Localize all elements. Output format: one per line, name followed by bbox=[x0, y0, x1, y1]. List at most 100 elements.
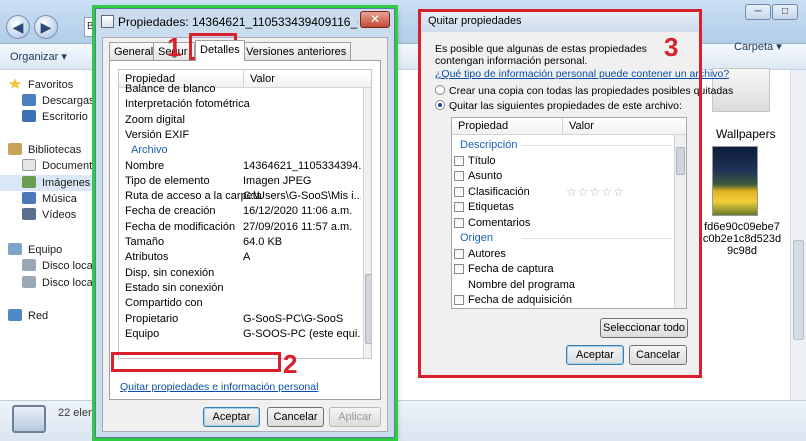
folder-label[interactable]: Wallpapers bbox=[716, 127, 776, 141]
property-name: Nombre bbox=[125, 159, 165, 172]
list-scrollbar[interactable] bbox=[363, 88, 371, 358]
property-row[interactable]: Tamaño 64.0 KB bbox=[119, 235, 363, 250]
close-icon: ✕ bbox=[369, 12, 381, 26]
tab-general[interactable]: General bbox=[109, 42, 159, 60]
arrange-by-dropdown[interactable]: Carpeta ▾ bbox=[734, 40, 782, 53]
documents-icon bbox=[22, 159, 36, 171]
property-value: G-SOOS-PC (este equi... bbox=[243, 327, 361, 340]
minimize-button[interactable]: ─ bbox=[745, 4, 771, 20]
property-name: Interpretación fotométrica bbox=[125, 98, 250, 111]
nav-musica[interactable]: Música bbox=[22, 191, 77, 207]
property-name: Zoom digital bbox=[125, 113, 185, 126]
property-value: A bbox=[243, 251, 251, 264]
highlight-remove-dialog bbox=[418, 9, 702, 378]
property-value: C:\Users\G-SooS\Mis i... bbox=[243, 190, 361, 203]
item-count: 22 elem bbox=[58, 407, 98, 419]
property-row[interactable]: Nombre 14364621_1105334394... bbox=[119, 159, 363, 174]
scroll-thumb[interactable] bbox=[793, 240, 804, 340]
sunflower-thumbnail[interactable] bbox=[712, 146, 758, 216]
remove-properties-link[interactable]: Quitar propiedades e información persona… bbox=[120, 381, 318, 393]
property-row[interactable]: Compartido con bbox=[119, 296, 363, 311]
drive-icon bbox=[22, 259, 36, 271]
nav-videos[interactable]: Vídeos bbox=[22, 207, 76, 223]
property-row[interactable]: Fecha de creación 16/12/2020 11:06 a.m. bbox=[119, 204, 363, 219]
nav-bibliotecas[interactable]: Bibliotecas bbox=[8, 142, 81, 158]
nav-label: Red bbox=[28, 310, 49, 322]
star-icon bbox=[8, 78, 22, 89]
nav-label: Descargas bbox=[42, 95, 95, 107]
pictures-icon bbox=[22, 176, 36, 188]
organize-menu[interactable]: Organizar ▾ bbox=[10, 50, 67, 63]
dialog-title: Propiedades: 14364621_110533439409116_69… bbox=[118, 15, 358, 29]
properties-list[interactable]: Propiedad Valor Balance de blanco Interpr… bbox=[118, 69, 372, 359]
property-row[interactable]: Balance de blanco bbox=[119, 82, 363, 97]
cancel-button[interactable]: Cancelar bbox=[267, 407, 324, 427]
back-arrow-icon: ◀ bbox=[12, 19, 24, 35]
property-name: Archivo bbox=[131, 144, 168, 157]
ok-button[interactable]: Aceptar bbox=[203, 407, 260, 427]
property-name: Equipo bbox=[125, 327, 160, 340]
file-name-label[interactable]: fd6e90c09ebe7c0b2e1c8d523d9c98d bbox=[702, 221, 782, 257]
property-value: 64.0 KB bbox=[243, 236, 283, 248]
scroll-thumb[interactable] bbox=[365, 274, 371, 344]
maximize-icon: □ bbox=[781, 6, 789, 17]
music-icon bbox=[22, 192, 36, 204]
drive-icon bbox=[22, 276, 36, 288]
property-name: Ruta de acceso a la carpeta bbox=[125, 190, 262, 203]
back-button[interactable]: ◀ bbox=[6, 15, 30, 39]
property-row[interactable]: Equipo G-SOOS-PC (este equi... bbox=[119, 327, 363, 342]
property-row[interactable]: Zoom digital bbox=[119, 113, 363, 128]
nav-red[interactable]: Red bbox=[8, 308, 48, 324]
forward-arrow-icon: ▶ bbox=[40, 19, 52, 35]
property-row[interactable]: Interpretación fotométrica bbox=[119, 97, 363, 112]
property-name: Fecha de creación bbox=[125, 205, 216, 218]
property-row[interactable]: Ruta de acceso a la carpeta C:\Users\G-So… bbox=[119, 189, 363, 204]
property-name: Atributos bbox=[125, 251, 169, 264]
apply-button[interactable]: Aplicar bbox=[329, 407, 381, 427]
property-name: Tamaño bbox=[125, 236, 165, 248]
property-row[interactable]: Atributos A bbox=[119, 250, 363, 265]
computer-status-icon bbox=[12, 405, 46, 433]
nav-favoritos[interactable]: Favoritos bbox=[8, 77, 73, 93]
group-header[interactable]: Archivo bbox=[119, 143, 363, 158]
nav-equipo[interactable]: Equipo bbox=[8, 242, 62, 258]
network-icon bbox=[8, 309, 22, 321]
nav-escritorio[interactable]: Escritorio bbox=[22, 109, 88, 125]
property-name: Disp. sin conexión bbox=[125, 266, 215, 279]
property-row[interactable]: Estado sin conexión bbox=[119, 281, 363, 296]
tab-detalles[interactable]: Detalles bbox=[195, 40, 245, 61]
property-row[interactable]: Versión EXIF bbox=[119, 128, 363, 143]
nav-documentos[interactable]: Documentos bbox=[22, 158, 104, 174]
nav-label: Música bbox=[42, 193, 77, 205]
property-name: Compartido con bbox=[125, 297, 203, 310]
close-button[interactable]: ✕ bbox=[360, 11, 390, 28]
computer-icon bbox=[8, 243, 22, 255]
nav-descargas[interactable]: Descargas bbox=[22, 93, 95, 109]
details-panel: Propiedad Valor Balance de blanco Interpr… bbox=[109, 60, 381, 400]
image-file-icon bbox=[101, 15, 114, 28]
property-name: Fecha de modificación bbox=[125, 220, 236, 233]
property-row[interactable]: Tipo de elemento Imagen JPEG bbox=[119, 174, 363, 189]
highlight-remove-link bbox=[111, 352, 281, 372]
nav-imagenes[interactable]: Imágenes bbox=[0, 175, 100, 191]
desktop-icon bbox=[22, 110, 36, 122]
property-row[interactable]: Disp. sin conexión bbox=[119, 266, 363, 281]
maximize-button[interactable]: □ bbox=[772, 4, 798, 20]
download-folder-icon bbox=[22, 94, 36, 106]
navigation-pane: Favoritos Descargas Escritorio Bibliotec… bbox=[0, 70, 110, 400]
property-value: 14364621_1105334394... bbox=[243, 159, 361, 172]
property-row[interactable]: Fecha de modificación 27/09/2016 11:57 a.… bbox=[119, 220, 363, 235]
tab-versiones[interactable]: Versiones anteriores bbox=[241, 42, 352, 60]
annotation-number-1: 1 bbox=[167, 32, 182, 62]
property-value: Imagen JPEG bbox=[243, 174, 312, 187]
forward-button[interactable]: ▶ bbox=[34, 15, 58, 39]
library-icon bbox=[8, 143, 22, 155]
annotation-number-3: 3 bbox=[664, 32, 679, 62]
nav-label: Vídeos bbox=[42, 209, 77, 221]
content-scrollbar[interactable] bbox=[790, 70, 806, 400]
property-name: Tipo de elemento bbox=[125, 174, 210, 187]
property-row[interactable]: Propietario G-SooS-PC\G-SooS bbox=[119, 312, 363, 327]
property-name: Balance de blanco bbox=[125, 83, 216, 95]
nav-label: Bibliotecas bbox=[28, 144, 82, 156]
property-value: G-SooS-PC\G-SooS bbox=[243, 312, 344, 325]
